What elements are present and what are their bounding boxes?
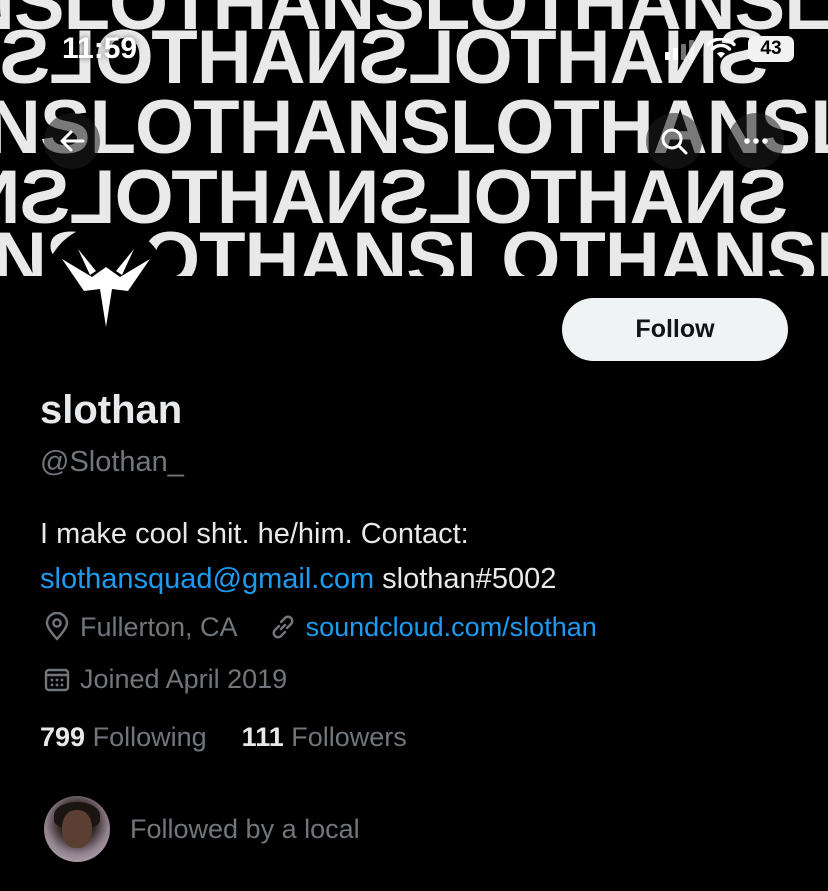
bio-text: I make cool shit. he/him. Contact: [40,518,469,550]
link-icon [266,610,300,644]
display-name: slothan [40,388,183,432]
wifi-icon [706,38,736,58]
following-link[interactable]: 799 Following [40,722,207,752]
followers-label: Followers [291,722,407,752]
profile-avatar[interactable] [44,224,168,348]
profile-meta-joined: Joined April 2019 [40,662,287,696]
followers-link[interactable]: 111 Followers [242,722,407,752]
search-icon [661,128,688,155]
arrow-left-icon [60,130,85,152]
joined-text: Joined April 2019 [80,663,288,694]
back-button[interactable] [44,113,100,169]
follow-counts: 799 Following 111 Followers [40,722,407,753]
status-icons: 43 [665,36,794,62]
bio-discord-tag: slothan#5002 [382,563,557,595]
logo-icon [62,249,150,327]
user-handle: @Slothan_ [40,446,184,478]
bio-email-link[interactable]: slothansquad@gmail.com [40,563,374,595]
search-button[interactable] [646,113,702,169]
battery-indicator: 43 [748,36,794,62]
follow-button[interactable]: Follow [562,298,788,361]
following-count: 799 [40,722,86,752]
location-text: Fullerton, CA [80,611,238,642]
status-time: 11:59 [62,32,138,65]
location-pin-icon [40,610,74,644]
cellular-signal-icon [665,38,694,60]
followed-by[interactable]: Followed by a local [44,796,360,862]
following-label: Following [92,722,207,752]
followers-count: 111 [241,722,284,752]
calendar-icon [40,662,74,696]
website-link[interactable]: soundcloud.com/slothan [306,612,597,643]
more-button[interactable] [728,113,784,169]
more-horizontal-icon [744,138,768,144]
followed-by-text: Followed by a local [130,813,360,844]
profile-bio: I make cool shit. he/him. Contact: sloth… [40,512,800,602]
profile-meta-location: Fullerton, CA soundcloud.com/slothan [40,610,597,644]
profile-page: NSLOTHANSLOTHANSLOTHANS SNAHTOLSNAHTOLSN… [0,0,828,891]
follower-avatar [44,796,110,862]
